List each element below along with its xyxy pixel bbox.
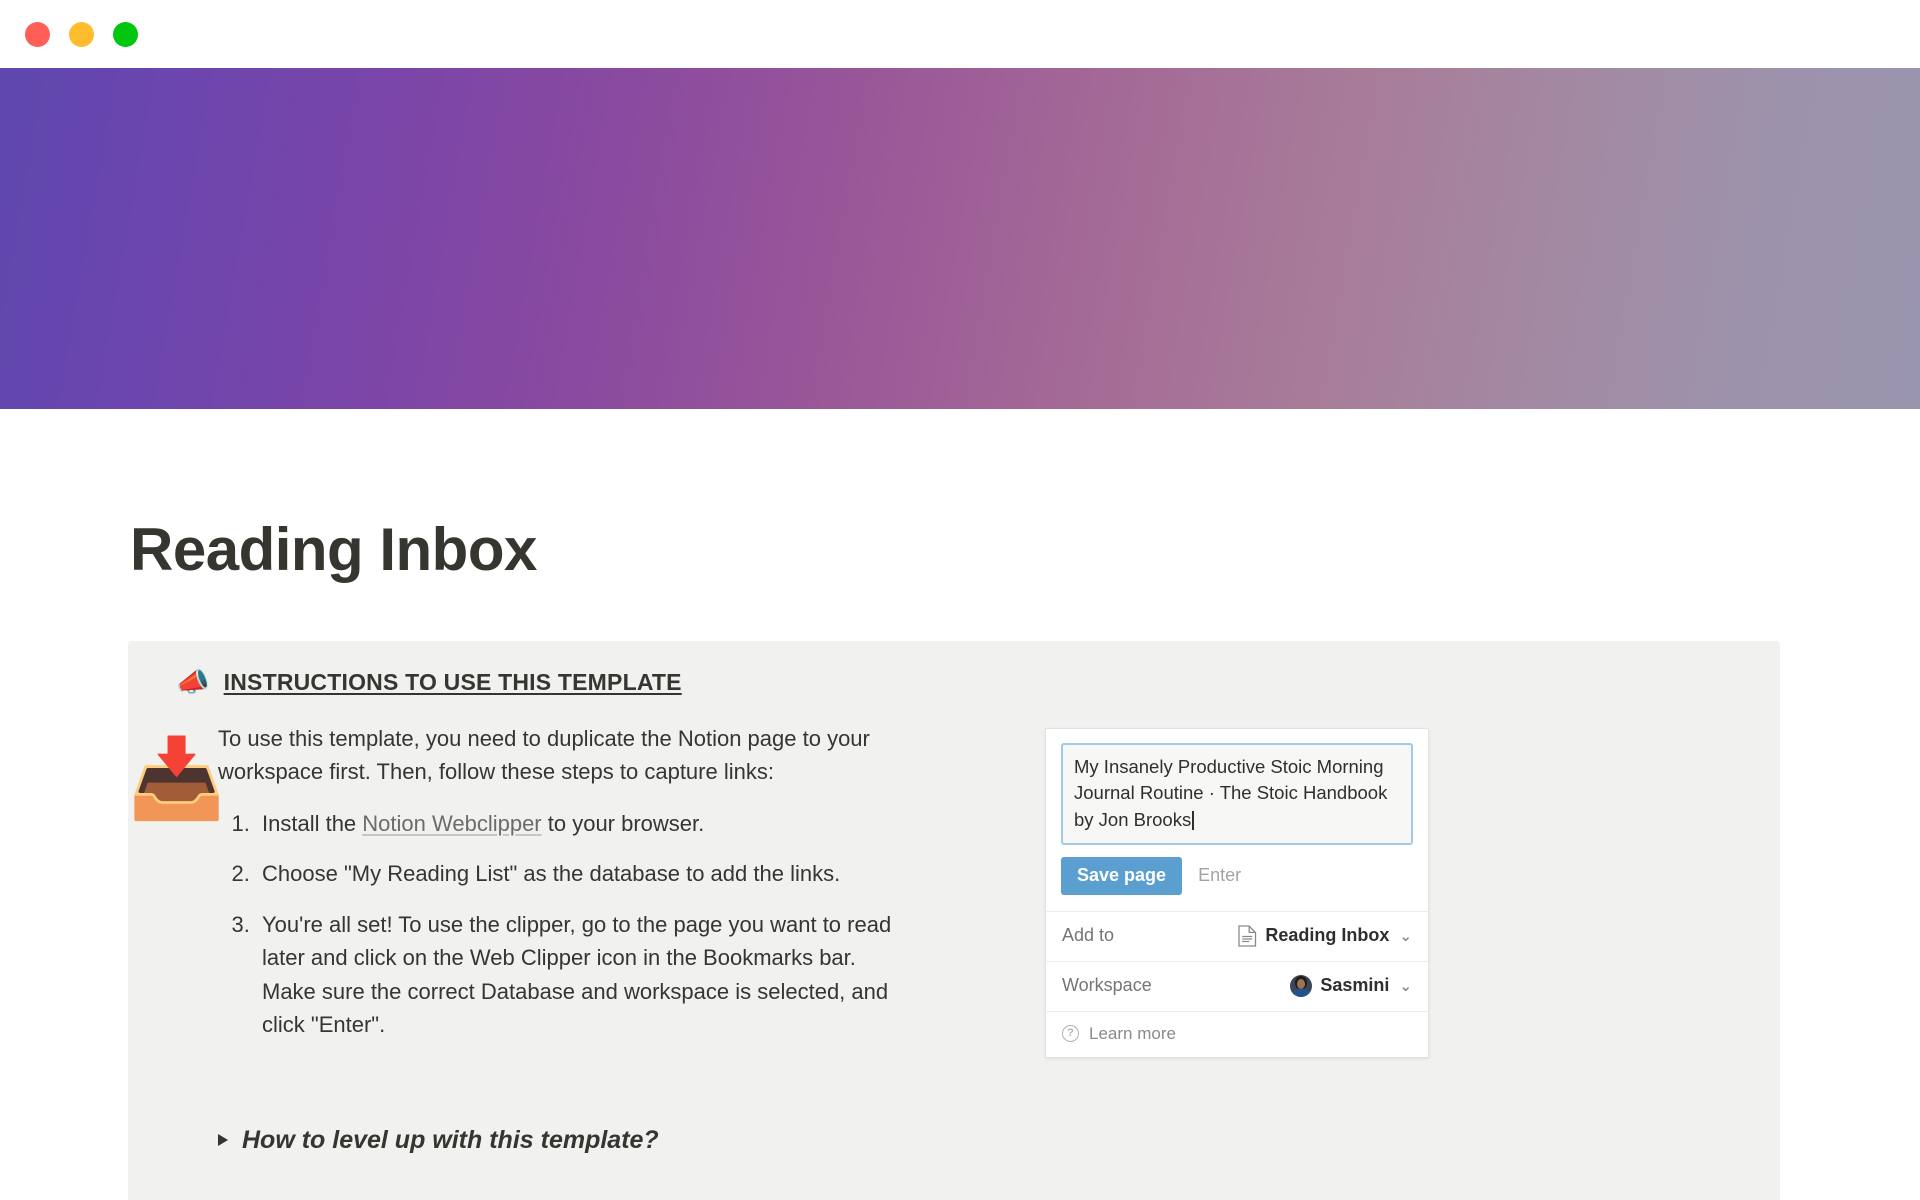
step1-before-link: Install the <box>262 810 363 836</box>
traffic-light-controls <box>25 21 138 47</box>
save-page-button[interactable]: Save page <box>1061 856 1183 895</box>
page-content: 📥 Reading Inbox 📣 INSTRUCTIONS TO USE TH… <box>0 409 1920 1200</box>
close-window-button[interactable] <box>25 21 50 47</box>
step1-after-link: to your browser. <box>541 810 705 836</box>
intro-paragraph: To use this template, you need to duplic… <box>218 726 870 785</box>
chevron-down-icon[interactable]: ⌄ <box>1399 977 1412 995</box>
megaphone-emoji: 📣 <box>176 667 210 697</box>
workspace-value: Sasmini <box>1320 975 1390 996</box>
add-to-label: Add to <box>1062 925 1115 946</box>
callout-body: To use this template, you need to duplic… <box>162 722 1746 1058</box>
inbox-tray-emoji[interactable]: 📥 <box>128 739 225 817</box>
window-titlebar <box>0 0 1920 68</box>
instruction-steps-list: Install the Notion Webclipper to your br… <box>218 807 902 1042</box>
instructions-callout: 📣 INSTRUCTIONS TO USE THIS TEMPLATE To u… <box>128 641 1780 1200</box>
app-window: 📥 Reading Inbox 📣 INSTRUCTIONS TO USE TH… <box>0 0 1920 1200</box>
maximize-window-button[interactable] <box>113 21 138 47</box>
add-to-row[interactable]: Add to Reading Inbox ⌄ <box>1046 910 1428 961</box>
web-clipper-illustration: My Insanely Productive Stoic Morning Jou… <box>1045 722 1429 1058</box>
add-to-value-group: Reading Inbox ⌄ <box>1238 925 1412 947</box>
list-item: Install the Notion Webclipper to your br… <box>256 807 902 840</box>
learn-more-row[interactable]: ? Learn more <box>1046 1010 1428 1057</box>
clipper-title-value: My Insanely Productive Stoic Morning Jou… <box>1074 756 1388 830</box>
list-item: You're all set! To use the clipper, go t… <box>256 908 902 1042</box>
callout-title: INSTRUCTIONS TO USE THIS TEMPLATE <box>223 669 682 695</box>
workspace-value-group: Sasmini ⌄ <box>1290 974 1412 997</box>
add-to-value: Reading Inbox <box>1265 925 1390 946</box>
avatar <box>1290 974 1313 997</box>
callout-header: 📣 INSTRUCTIONS TO USE THIS TEMPLATE <box>162 669 1746 696</box>
web-clipper-card: My Insanely Productive Stoic Morning Jou… <box>1045 728 1429 1058</box>
workspace-row[interactable]: Workspace Sasmini ⌄ <box>1046 960 1428 1011</box>
notion-webclipper-link[interactable]: Notion Webclipper <box>362 811 541 836</box>
workspace-label: Workspace <box>1062 975 1152 996</box>
document-icon <box>1238 925 1257 947</box>
clipper-top-section: My Insanely Productive Stoic Morning Jou… <box>1046 729 1428 911</box>
text-cursor <box>1192 810 1194 830</box>
page-cover-banner <box>0 68 1920 409</box>
page-title[interactable]: Reading Inbox <box>0 409 1920 583</box>
level-up-toggle[interactable]: How to level up with this template? <box>162 1126 1746 1155</box>
chevron-right-icon[interactable] <box>218 1134 228 1147</box>
clipper-action-row: Save page Enter <box>1061 856 1413 895</box>
list-item: Choose "My Reading List" as the database… <box>256 857 902 890</box>
learn-more-label: Learn more <box>1089 1023 1176 1043</box>
enter-shortcut-hint: Enter <box>1198 865 1242 886</box>
level-up-toggle-label: How to level up with this template? <box>242 1125 659 1154</box>
chevron-down-icon[interactable]: ⌄ <box>1399 927 1412 945</box>
instructions-column: To use this template, you need to duplic… <box>162 722 902 1042</box>
clipper-title-input[interactable]: My Insanely Productive Stoic Morning Jou… <box>1061 743 1413 845</box>
minimize-window-button[interactable] <box>69 21 94 47</box>
question-circle-icon: ? <box>1062 1025 1079 1043</box>
